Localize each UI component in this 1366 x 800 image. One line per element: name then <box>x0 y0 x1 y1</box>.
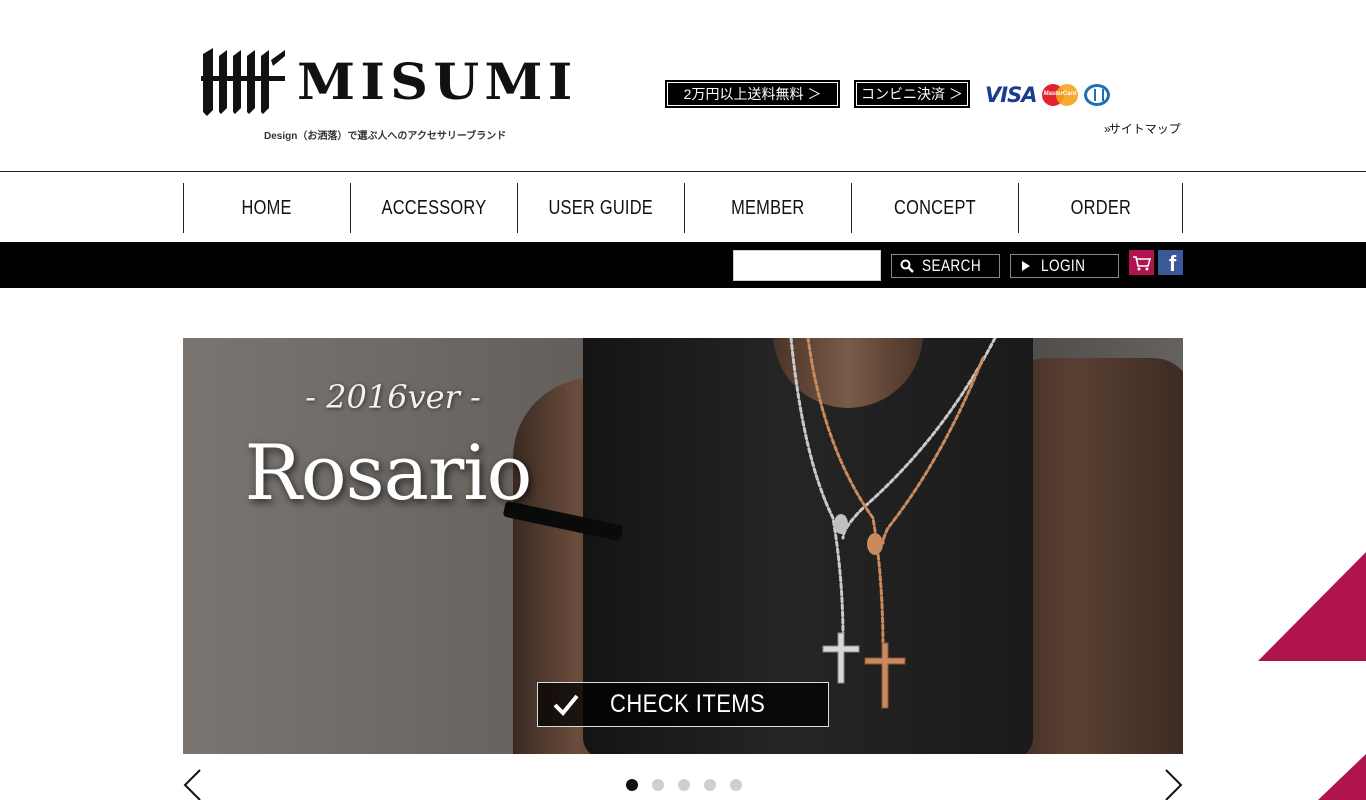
slider-dot[interactable] <box>626 779 638 791</box>
nav-item-label: ACCESSORY <box>381 196 487 219</box>
nav-item-label: CONCEPT <box>894 196 976 219</box>
brand-logo[interactable]: MISUMI <box>199 44 572 120</box>
logo-mark-icon <box>201 48 285 116</box>
search-icon <box>892 259 922 273</box>
slider-next-arrow-icon[interactable] <box>1164 768 1184 800</box>
nav-item-label: MEMBER <box>731 196 805 219</box>
search-input[interactable] <box>733 250 881 281</box>
slider-dot[interactable] <box>730 779 742 791</box>
nav-item-member[interactable]: MEMBER <box>684 183 851 233</box>
hero-title: Rosario <box>244 428 533 517</box>
check-items-button[interactable]: CHECK ITEMS <box>537 682 829 727</box>
nav-item-accessory[interactable]: ACCESSORY <box>350 183 517 233</box>
convenience-store-payment-button[interactable]: コンビニ決済 ＞ <box>854 80 970 108</box>
checkmark-icon <box>538 694 594 716</box>
login-button[interactable]: LOGIN <box>1010 254 1119 278</box>
search-button[interactable]: SEARCH <box>891 254 1000 278</box>
sitemap-label: サイトマップ <box>1108 122 1181 136</box>
slider-prev-arrow-icon[interactable] <box>182 768 202 800</box>
site-header: MISUMI Design（お洒落）で選ぶ人へのアクセサリーブランド 2万円以上… <box>0 0 1366 172</box>
page-top-button[interactable] <box>1258 552 1366 661</box>
slider-dot[interactable] <box>678 779 690 791</box>
double-chevron-right-icon: » <box>1104 121 1110 136</box>
nav-item-label: ORDER <box>1070 196 1131 219</box>
tagline: Design（お洒落）で選ぶ人へのアクセサリーブランド <box>264 131 507 142</box>
search-button-label: SEARCH <box>922 256 982 275</box>
logo-text: MISUMI <box>297 52 578 111</box>
nav-item-label: USER GUIDE <box>548 196 654 219</box>
payment-cards: VISA MasterCard <box>985 82 1111 108</box>
slider-dot[interactable] <box>704 779 716 791</box>
nav-item-concept[interactable]: CONCEPT <box>851 183 1018 233</box>
hero-slide[interactable]: - 2016ver - Rosario CHECK ITEMS <box>183 338 1183 754</box>
diners-club-icon <box>1084 84 1111 106</box>
cart-icon[interactable] <box>1129 250 1154 275</box>
slider-pagination <box>626 779 742 791</box>
global-nav: HOME ACCESSORY USER GUIDE MEMBER CONCEPT… <box>183 183 1183 233</box>
check-items-label: CHECK ITEMS <box>610 690 766 718</box>
facebook-icon[interactable]: f <box>1158 250 1183 275</box>
hero-subtitle: - 2016ver - <box>305 378 481 416</box>
sitemap-link[interactable]: » サイトマップ <box>1104 120 1181 137</box>
play-arrow-icon <box>1011 260 1041 272</box>
mastercard-icon: MasterCard <box>1042 84 1079 106</box>
nav-item-label: HOME <box>241 196 293 219</box>
nav-item-user-guide[interactable]: USER GUIDE <box>517 183 684 233</box>
visa-icon: VISA <box>985 83 1037 107</box>
login-button-label: LOGIN <box>1041 256 1086 275</box>
secondary-corner-tab[interactable] <box>1318 754 1366 800</box>
slider-dot[interactable] <box>652 779 664 791</box>
nav-item-order[interactable]: ORDER <box>1018 183 1183 233</box>
free-shipping-button[interactable]: 2万円以上送料無料 ＞ <box>665 80 840 108</box>
nav-item-home[interactable]: HOME <box>183 183 350 233</box>
